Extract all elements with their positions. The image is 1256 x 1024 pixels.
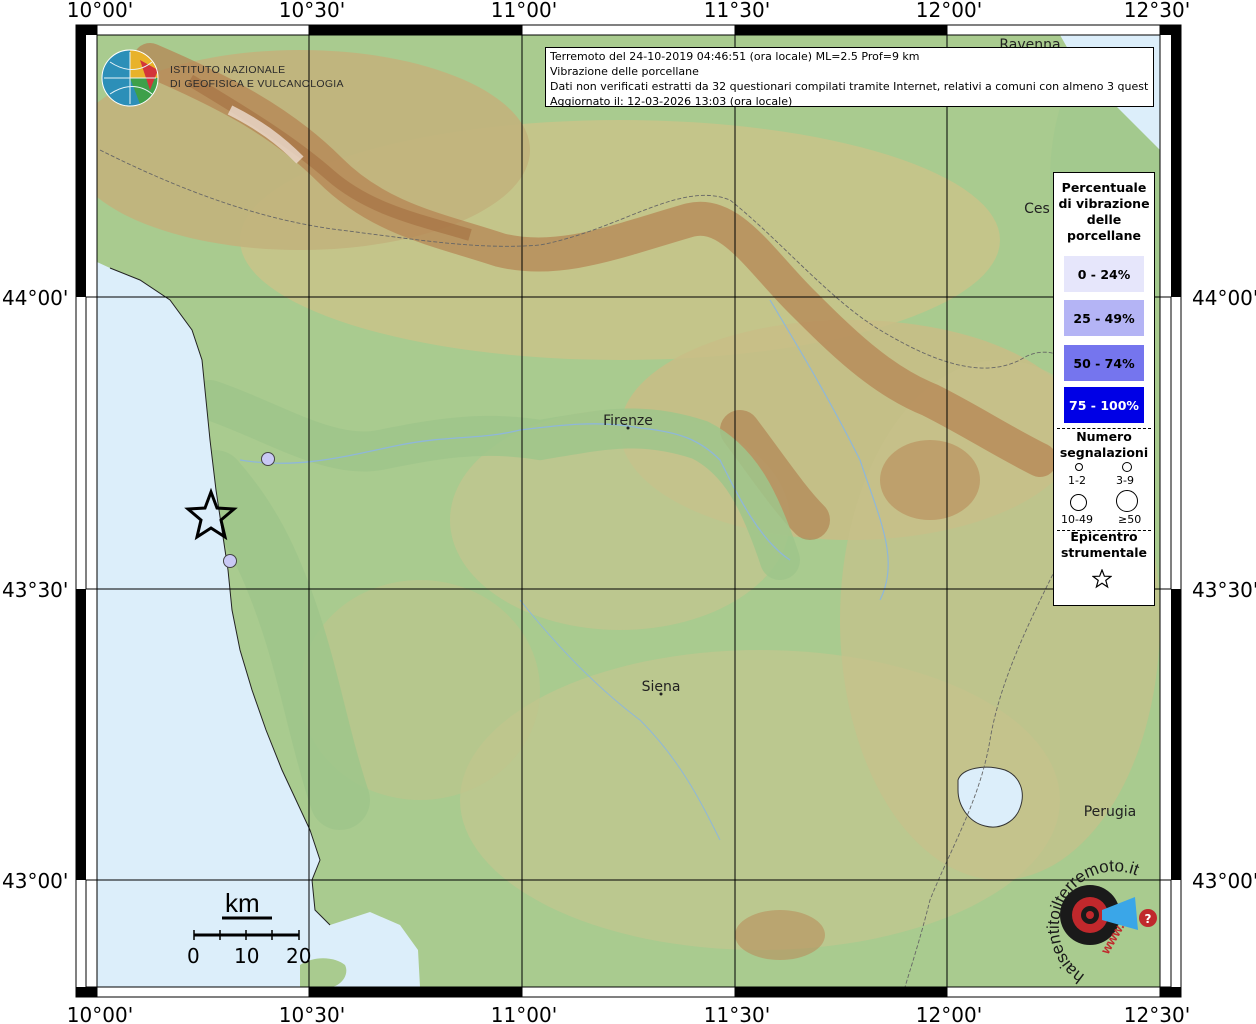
ingv-logo-line2: DI GEOFISICA E VULCANOLOGIA: [170, 78, 344, 90]
count-class-label: 3-9: [1116, 474, 1134, 487]
lon-label: 11°00': [491, 0, 557, 22]
event-info-line: Aggiornato il: 12-03-2026 13:03 (ora loc…: [550, 95, 793, 107]
legend-star-icon: [1092, 569, 1112, 589]
legend-title-line: di vibrazione: [1058, 196, 1150, 211]
legend: Percentuale di vibrazione delle porcella…: [1053, 172, 1155, 606]
city-label-perugia: Perugia: [1084, 804, 1137, 820]
count-class-label: 10-49: [1061, 513, 1093, 526]
lon-label: 12°30': [1124, 0, 1190, 22]
ingv-logo-icon: [101, 49, 159, 107]
lon-label: 10°00': [67, 1003, 133, 1024]
lon-label: 10°00': [67, 0, 133, 22]
scale-tick-label: 10: [234, 944, 260, 968]
legend-class-swatch: 25 - 49%: [1064, 300, 1144, 336]
lat-label: 43°00': [1192, 869, 1256, 893]
event-info-line: Vibrazione delle porcellane: [550, 65, 699, 78]
legend-title-line: porcellane: [1067, 228, 1141, 243]
svg-text:?: ?: [1145, 912, 1152, 926]
lat-label: 43°30': [2, 578, 68, 602]
scale-tick-label: 0: [187, 944, 200, 968]
scale-tick-label: 20: [286, 944, 312, 968]
observation-marker: [261, 452, 275, 466]
legend-title-line: delle: [1086, 212, 1122, 227]
lon-label: 11°00': [491, 1003, 557, 1024]
event-info-line: Terremoto del 24-10-2019 04:46:51 (ora l…: [550, 50, 920, 63]
longitude-labels-top: 10°00' 10°30' 11°00' 11°30' 12°00' 12°30…: [67, 0, 1190, 22]
count-class-label: 1-2: [1068, 474, 1086, 487]
lon-label: 12°00': [916, 0, 982, 22]
event-info-line: Dati non verificati estratti da 32 quest…: [550, 80, 1149, 93]
legend-epicenter-title: strumentale: [1060, 545, 1148, 560]
count-circle-large: [1070, 494, 1087, 511]
event-info-box: Terremoto del 24-10-2019 04:46:51 (ora l…: [545, 47, 1154, 107]
count-circle-medium: [1122, 462, 1132, 472]
legend-class-swatch: 75 - 100%: [1064, 387, 1144, 423]
lon-label: 10°30': [279, 1003, 345, 1024]
legend-epicenter-title: Epicentro: [1070, 529, 1138, 544]
lon-label: 10°30': [279, 0, 345, 22]
longitude-labels-bottom: 10°00' 10°30' 11°00' 11°30' 12°00' 12°30…: [67, 1003, 1190, 1024]
count-circle-xlarge: [1116, 490, 1138, 512]
lat-label: 43°30': [1192, 578, 1256, 602]
lat-label: 43°00': [2, 869, 68, 893]
count-class-label: ≥50: [1118, 513, 1142, 526]
legend-count-title: segnalazioni: [1059, 445, 1149, 460]
observation-marker: [223, 554, 237, 568]
ingv-logo-text: ISTITUTO NAZIONALE DI GEOFISICA E VULCAN…: [170, 63, 344, 91]
lat-label: 44°00': [1192, 286, 1256, 310]
count-circle-small: [1075, 463, 1083, 471]
city-label-cesena: Ces: [1024, 201, 1050, 217]
terrain: [97, 35, 1160, 987]
lon-label: 11°30': [704, 1003, 770, 1024]
lon-label: 12°00': [916, 1003, 982, 1024]
lon-label: 11°30': [704, 0, 770, 22]
legend-class-swatch: 50 - 74%: [1064, 345, 1144, 381]
scale-unit: km: [225, 888, 260, 918]
legend-title-line: Percentuale: [1061, 180, 1147, 195]
lat-label: 44°00': [2, 286, 68, 310]
ingv-logo-line1: ISTITUTO NAZIONALE: [170, 64, 286, 76]
legend-count-title: Numero: [1076, 429, 1132, 444]
lon-label: 12°30': [1124, 1003, 1190, 1024]
legend-class-swatch: 0 - 24%: [1064, 256, 1144, 292]
